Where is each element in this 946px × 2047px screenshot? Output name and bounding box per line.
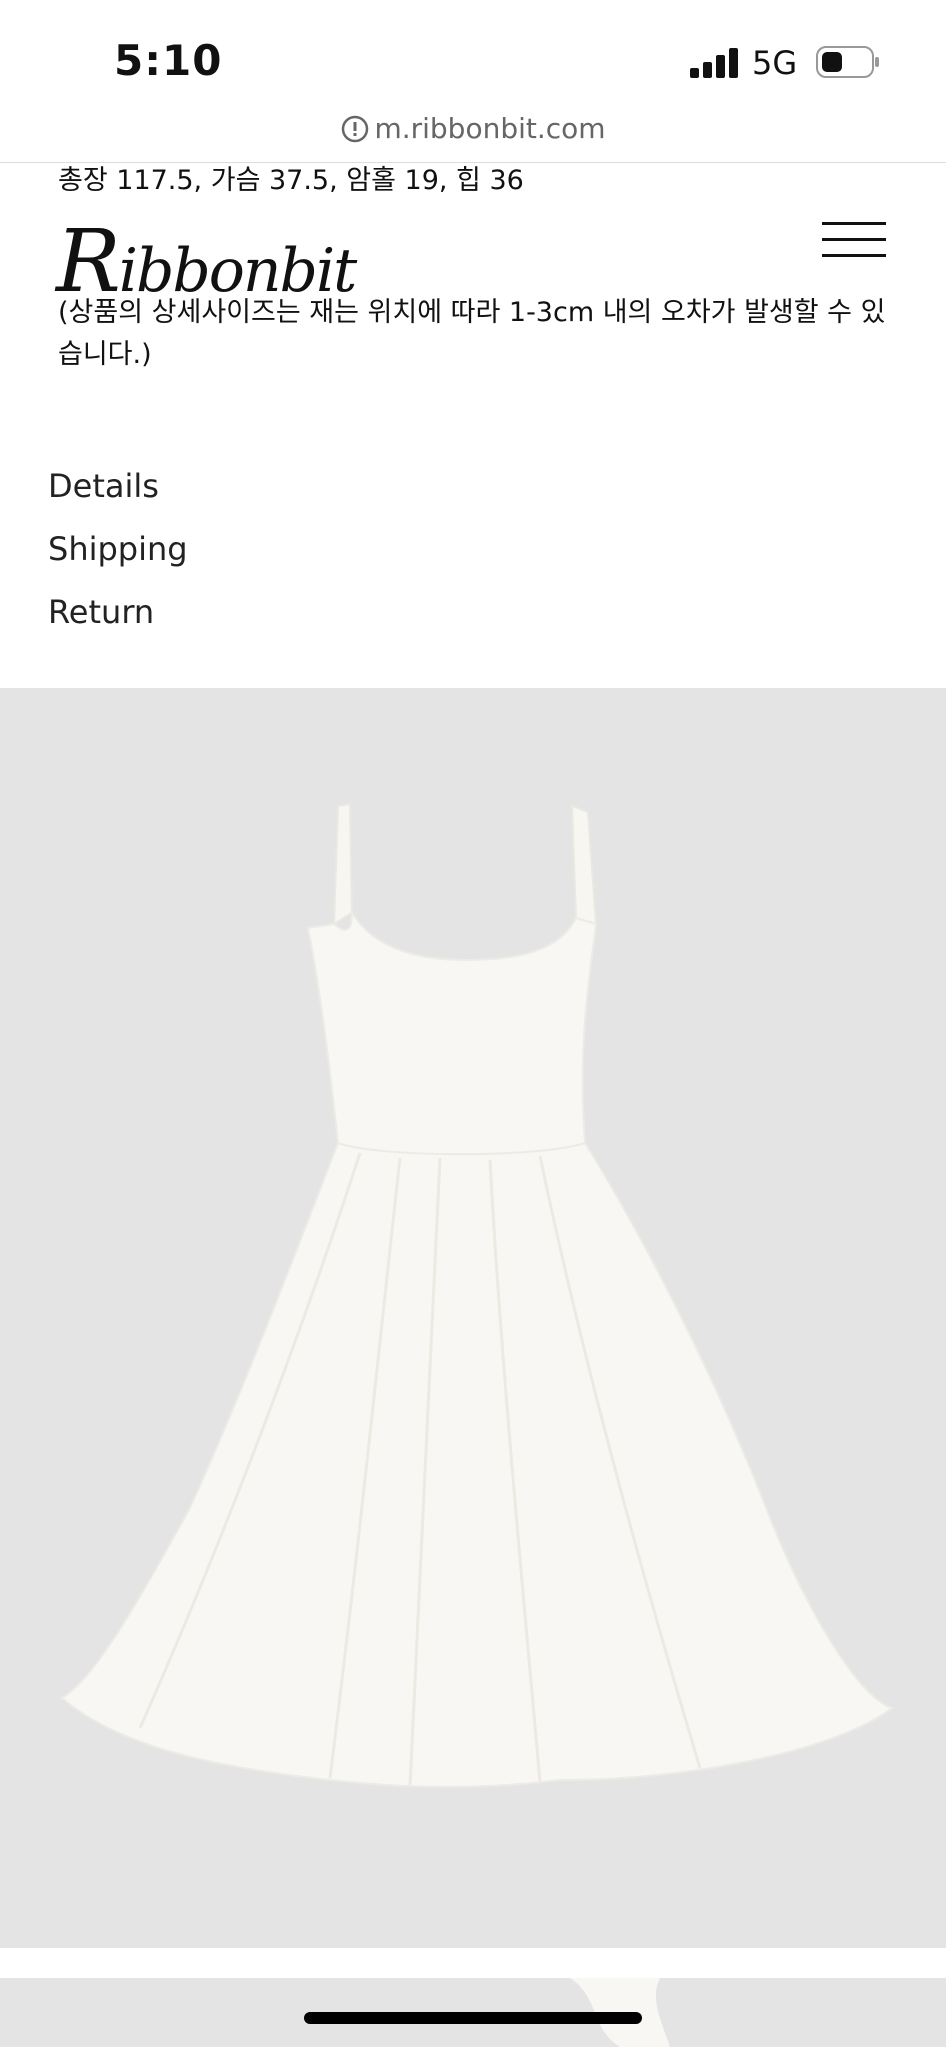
status-bar: 5:10 5G — [0, 0, 946, 120]
tab-return[interactable]: Return — [48, 581, 188, 644]
battery-icon — [816, 46, 879, 78]
size-note: (상품의 상세사이즈는 재는 위치에 따라 1-3cm 내의 오차가 발생할 수… — [58, 297, 886, 370]
tab-details[interactable]: Details — [48, 455, 188, 518]
network-type: 5G — [752, 44, 798, 82]
hamburger-line — [822, 222, 886, 225]
size-measurements: 총장 117.5, 가슴 37.5, 암홀 19, 힙 36 — [58, 165, 524, 196]
info-circle-icon — [342, 115, 369, 142]
url-text: m.ribbonbit.com — [374, 112, 606, 145]
cellular-signal-icon — [690, 48, 738, 78]
product-info-tabs: Details Shipping Return — [48, 455, 188, 644]
browser-url-bar[interactable]: m.ribbonbit.com — [0, 112, 946, 162]
hamburger-line — [822, 238, 886, 241]
white-dress-image — [60, 802, 895, 1788]
home-indicator[interactable] — [304, 2012, 642, 2024]
menu-hamburger-icon[interactable] — [822, 222, 886, 258]
hamburger-line — [822, 254, 886, 257]
tab-shipping[interactable]: Shipping — [48, 518, 188, 581]
status-time: 5:10 — [114, 36, 223, 85]
product-image[interactable] — [0, 688, 946, 1948]
